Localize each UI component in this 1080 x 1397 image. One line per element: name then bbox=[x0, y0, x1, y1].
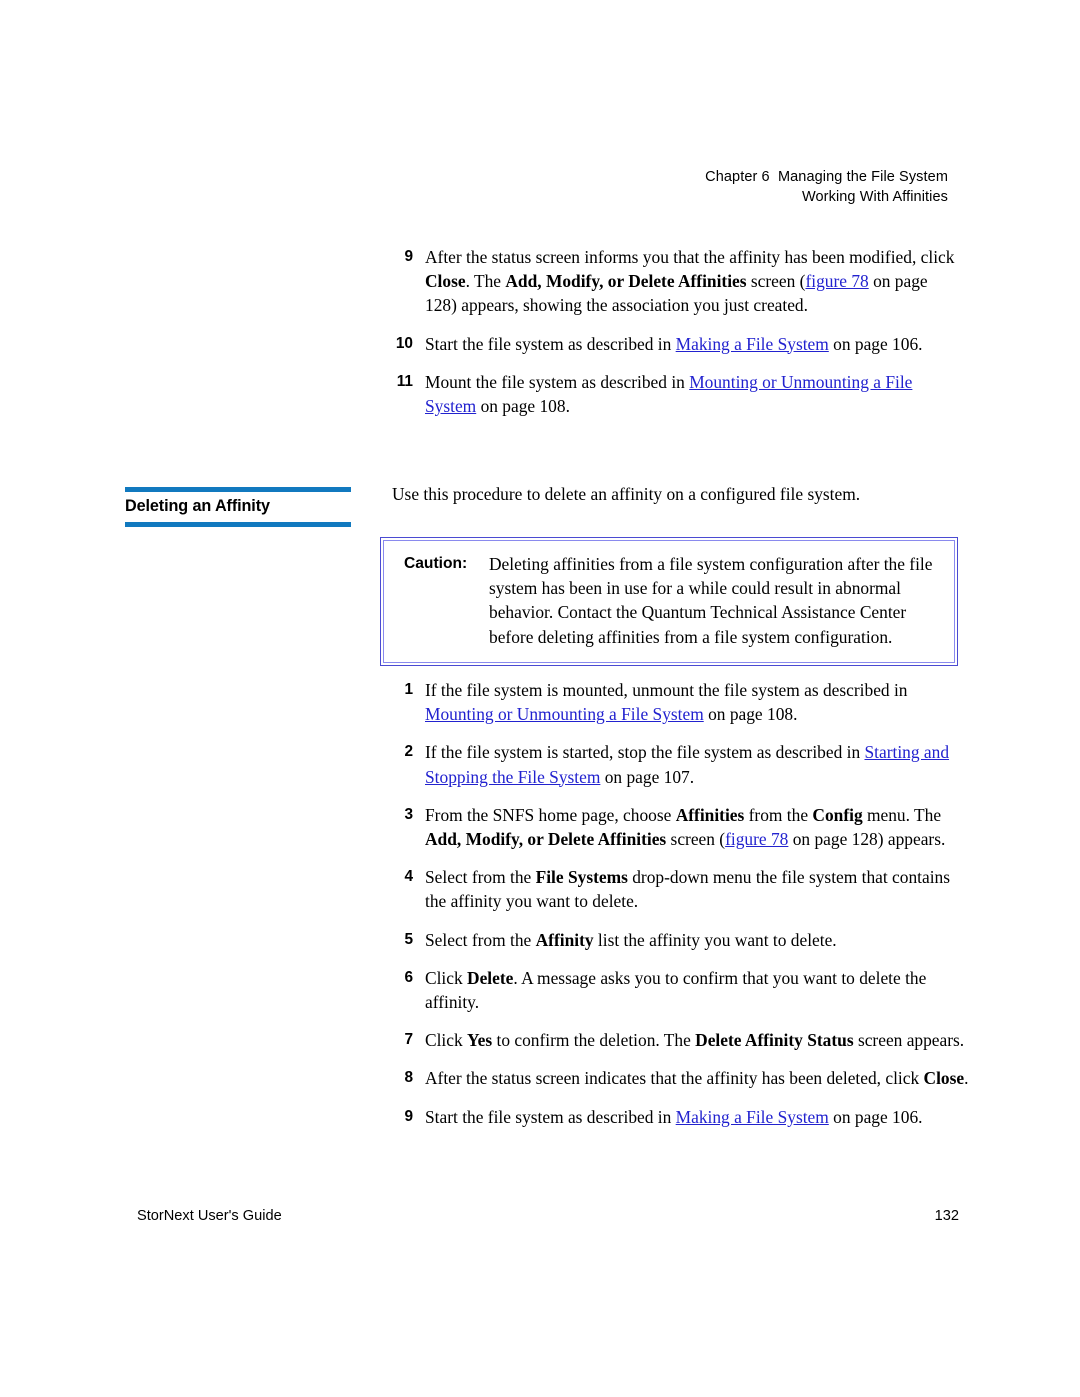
numbered-step-list-bottom: 1 If the file system is mounted, unmount … bbox=[392, 678, 970, 1129]
cross-reference-link[interactable]: Making a File System bbox=[676, 334, 829, 354]
step-item: 5 Select from the Affinity list the affin… bbox=[392, 928, 970, 952]
text-run: . bbox=[964, 1068, 969, 1089]
step-text: Click Yes to confirm the deletion. The D… bbox=[425, 1028, 970, 1052]
step-text: From the SNFS home page, choose Affiniti… bbox=[425, 803, 970, 851]
step-text: Select from the File Systems drop-down m… bbox=[425, 865, 970, 913]
ui-term: Close bbox=[923, 1068, 965, 1089]
ui-term: Add, Modify, or Delete Affinities bbox=[425, 829, 667, 850]
step-item: 3 From the SNFS home page, choose Affinit… bbox=[392, 803, 970, 851]
continued-steps-block: 9 After the status screen informs you tha… bbox=[392, 245, 960, 418]
ui-term: Affinities bbox=[675, 804, 745, 825]
text-run: on page 106. bbox=[828, 1106, 923, 1127]
text-run: Start the file system as described in bbox=[425, 1106, 676, 1127]
step-item: 1 If the file system is mounted, unmount … bbox=[392, 678, 970, 726]
text-run: Select from the bbox=[425, 867, 536, 888]
numbered-step-list-top: 9 After the status screen informs you tha… bbox=[392, 245, 960, 418]
ui-term: Add, Modify, or Delete Affinities bbox=[505, 271, 747, 292]
step-text: After the status screen informs you that… bbox=[425, 245, 960, 318]
caution-text: Deleting affinities from a file system c… bbox=[489, 554, 933, 647]
step-number: 8 bbox=[404, 1069, 413, 1087]
step-text: If the file system is started, stop the … bbox=[425, 740, 970, 788]
delete-procedure-block: 1 If the file system is mounted, unmount … bbox=[392, 678, 970, 1129]
step-number: 5 bbox=[404, 930, 413, 948]
ui-term: Delete bbox=[467, 967, 514, 988]
ui-term: Delete Affinity Status bbox=[695, 1030, 854, 1051]
text-run: From the SNFS home page, choose bbox=[425, 804, 676, 825]
step-number: 1 bbox=[404, 681, 413, 698]
text-run: After the status screen informs you that… bbox=[425, 247, 955, 267]
text-run: Mount the file system as described in bbox=[425, 371, 690, 392]
heading-rule-bottom bbox=[125, 522, 351, 527]
step-item: 2 If the file system is started, stop the… bbox=[392, 740, 970, 788]
caution-box-inner: Caution: Deleting affinities from a file… bbox=[383, 540, 955, 663]
ui-term: File Systems bbox=[535, 867, 628, 888]
step-item: 6 Click Delete. A message asks you to con… bbox=[392, 966, 970, 1014]
page-footer: StorNext User's Guide 132 bbox=[137, 1206, 959, 1226]
step-text: After the status screen indicates that t… bbox=[425, 1066, 970, 1090]
ui-term: Close bbox=[425, 271, 466, 292]
step-text: Click Delete. A message asks you to conf… bbox=[425, 966, 970, 1014]
step-item: 7 Click Yes to confirm the deletion. The … bbox=[392, 1028, 970, 1052]
ui-term: Yes bbox=[467, 1030, 493, 1051]
step-number: 10 bbox=[395, 334, 413, 352]
step-item: 9 Start the file system as described in M… bbox=[392, 1105, 970, 1129]
text-run: on page 108. bbox=[703, 704, 798, 725]
step-item: 11 Mount the file system as described in … bbox=[392, 370, 960, 418]
section-heading-block: Deleting an Affinity bbox=[125, 487, 351, 527]
cross-reference-link[interactable]: figure 78 bbox=[725, 829, 788, 849]
document-page: Chapter 6 Managing the File System Worki… bbox=[0, 0, 1080, 1397]
step-number: 9 bbox=[404, 1107, 413, 1125]
text-run: . The bbox=[465, 271, 506, 292]
ui-term: Affinity bbox=[535, 929, 594, 950]
step-item: 8 After the status screen indicates that … bbox=[392, 1066, 970, 1090]
running-header: Chapter 6 Managing the File System Worki… bbox=[0, 168, 948, 207]
cross-reference-link[interactable]: Mounting or Unmounting a File System bbox=[425, 704, 704, 724]
text-run: After the status screen indicates that t… bbox=[425, 1068, 924, 1089]
running-header-section: Working With Affinities bbox=[801, 188, 948, 205]
section-heading-title: Deleting an Affinity bbox=[125, 497, 270, 515]
step-text: Start the file system as described in Ma… bbox=[425, 1105, 970, 1129]
text-run: on page 128) appears. bbox=[788, 829, 946, 850]
text-run: If the file system is started, stop the … bbox=[425, 742, 865, 763]
text-run: on page 107. bbox=[600, 766, 695, 787]
cross-reference-link[interactable]: figure 78 bbox=[805, 271, 868, 291]
running-header-chapter: Chapter 6 Managing the File System bbox=[705, 169, 948, 185]
step-number: 6 bbox=[404, 968, 413, 986]
step-text: Select from the Affinity list the affini… bbox=[425, 928, 970, 952]
step-text: Mount the file system as described in Mo… bbox=[425, 370, 960, 418]
text-run: on page 106. bbox=[828, 333, 923, 354]
ui-term: Config bbox=[812, 804, 863, 825]
text-run: screen appears. bbox=[853, 1030, 965, 1051]
step-number: 9 bbox=[404, 248, 413, 265]
heading-rule-top bbox=[125, 487, 351, 492]
text-run: on page 108. bbox=[476, 396, 570, 417]
step-item: 10 Start the file system as described in … bbox=[392, 332, 960, 356]
step-number: 11 bbox=[396, 372, 413, 390]
footer-guide-title: StorNext User's Guide bbox=[137, 1208, 282, 1224]
caution-box: Caution: Deleting affinities from a file… bbox=[380, 537, 958, 666]
step-number: 4 bbox=[404, 868, 413, 886]
step-text: Start the file system as described in Ma… bbox=[425, 332, 960, 356]
text-run: list the affinity you want to delete. bbox=[593, 929, 837, 950]
footer-page-number: 132 bbox=[934, 1208, 959, 1224]
text-run: Start the file system as described in bbox=[425, 333, 676, 354]
step-item: 4 Select from the File Systems drop-down … bbox=[392, 865, 970, 913]
step-text: If the file system is mounted, unmount t… bbox=[425, 678, 970, 726]
step-number: 2 bbox=[404, 743, 413, 761]
step-number: 7 bbox=[404, 1031, 413, 1049]
step-item: 9 After the status screen informs you tha… bbox=[392, 245, 960, 318]
cross-reference-link[interactable]: Making a File System bbox=[676, 1107, 829, 1127]
text-run: to confirm the deletion. The bbox=[492, 1030, 696, 1051]
text-run: screen ( bbox=[746, 271, 806, 292]
text-run: screen ( bbox=[666, 829, 726, 850]
text-run: Select from the bbox=[425, 929, 536, 950]
section-intro-paragraph: Use this procedure to delete an affinity… bbox=[392, 484, 861, 504]
text-run: Click bbox=[425, 967, 468, 988]
caution-label: Caution: bbox=[404, 555, 468, 572]
text-run: from the bbox=[744, 804, 813, 825]
text-run: If the file system is mounted, unmount t… bbox=[425, 680, 908, 700]
text-run: Click bbox=[425, 1030, 468, 1051]
text-run: menu. The bbox=[862, 804, 942, 825]
step-number: 3 bbox=[404, 805, 413, 823]
